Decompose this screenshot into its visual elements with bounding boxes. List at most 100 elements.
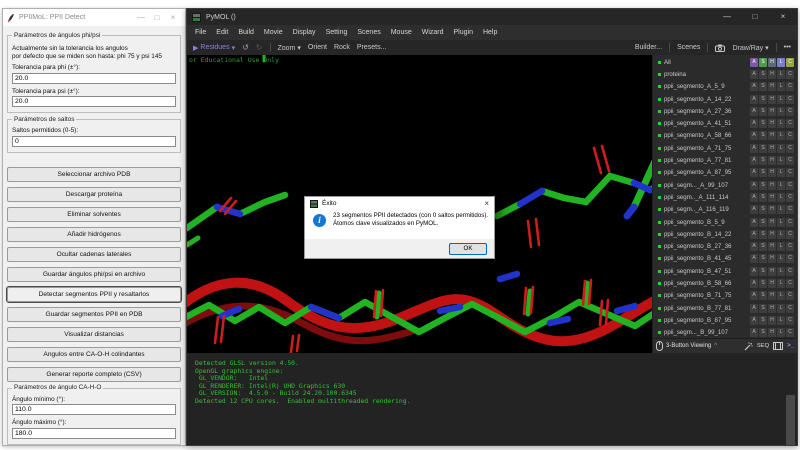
action-A-button[interactable]: A [750,242,758,252]
object-row[interactable]: ppii_segm..._A_99_107 A S H L C [653,179,797,191]
action-A-button[interactable]: A [750,143,758,153]
label-L-button[interactable]: L [777,119,785,129]
hide-H-button[interactable]: H [768,57,776,67]
object-row[interactable]: ppii_segm..._B_99_107 A S H L C [653,327,797,339]
maximize-button[interactable]: □ [741,9,769,25]
builder-button[interactable]: Builder... [635,44,662,51]
object-row[interactable]: ppii_segmento_A_5_9 A S H L C [653,81,797,93]
phi-tolerance-input[interactable] [12,72,176,84]
action-A-button[interactable]: A [750,192,758,202]
hide-H-button[interactable]: H [768,328,776,338]
action-A-button[interactable]: A [750,266,758,276]
color-C-button[interactable]: C [786,156,794,166]
color-C-button[interactable]: C [786,229,794,239]
color-C-button[interactable]: C [786,94,794,104]
show-S-button[interactable]: S [759,229,767,239]
show-S-button[interactable]: S [759,291,767,301]
show-S-button[interactable]: S [759,328,767,338]
hide-H-button[interactable]: H [768,143,776,153]
menu-item[interactable]: Build [233,29,259,36]
dialog-titlebar[interactable]: Éxito × [305,197,494,210]
label-L-button[interactable]: L [777,303,785,313]
object-row[interactable]: ppii_segmento_A_87_95 A S H L C [653,167,797,179]
color-C-button[interactable]: C [786,242,794,252]
object-row[interactable]: ppii_segm.._A_116_119 A S H L C [653,204,797,216]
3d-viewport[interactable]: or Educational Use Only All A S H L C pr… [187,55,797,353]
label-L-button[interactable]: L [777,82,785,92]
hide-H-button[interactable]: H [768,94,776,104]
show-S-button[interactable]: S [759,315,767,325]
action-A-button[interactable]: A [750,119,758,129]
show-S-button[interactable]: S [759,205,767,215]
action-A-button[interactable]: A [750,57,758,67]
color-C-button[interactable]: C [786,291,794,301]
action-A-button[interactable]: A [750,328,758,338]
color-C-button[interactable]: C [786,303,794,313]
show-S-button[interactable]: S [759,217,767,227]
maximize-button[interactable]: □ [149,9,165,26]
action-button[interactable]: Añadir hidrógenos [7,226,181,242]
more-menu-button[interactable]: ••• [784,44,791,51]
action-button[interactable]: Guardar ángulos phi/psi en archivo [7,266,181,282]
show-S-button[interactable]: S [759,57,767,67]
color-C-button[interactable]: C [786,205,794,215]
show-S-button[interactable]: S [759,242,767,252]
object-row[interactable]: ppii_segmento_A_77_81 A S H L C [653,154,797,166]
show-S-button[interactable]: S [759,266,767,276]
color-C-button[interactable]: C [786,168,794,178]
color-C-button[interactable]: C [786,192,794,202]
hide-H-button[interactable]: H [768,156,776,166]
hide-H-button[interactable]: H [768,119,776,129]
label-L-button[interactable]: L [777,229,785,239]
action-A-button[interactable]: A [750,180,758,190]
object-row[interactable]: All A S H L C [653,56,797,68]
object-row[interactable]: ppii_segmento_A_41_51 A S H L C [653,117,797,129]
object-row[interactable]: ppii_segmento_B_47_51 A S H L C [653,265,797,277]
action-button[interactable]: Seleccionar archivo PDB [7,166,181,182]
label-L-button[interactable]: L [777,315,785,325]
object-row[interactable]: ppii_segmento_A_71_75 A S H L C [653,142,797,154]
menu-item[interactable]: Setting [321,29,353,36]
action-A-button[interactable]: A [750,82,758,92]
label-L-button[interactable]: L [777,291,785,301]
color-C-button[interactable]: C [786,315,794,325]
hide-H-button[interactable]: H [768,106,776,116]
close-button[interactable]: × [769,9,797,25]
action-A-button[interactable]: A [750,315,758,325]
action-A-button[interactable]: A [750,278,758,288]
console-scrollbar[interactable] [786,395,795,445]
command-prompt-toggle[interactable]: >_ [787,343,794,349]
undo-button[interactable]: ↺ [242,43,249,52]
hide-H-button[interactable]: H [768,254,776,264]
show-S-button[interactable]: S [759,82,767,92]
label-L-button[interactable]: L [777,192,785,202]
menu-item[interactable]: Display [288,29,321,36]
label-L-button[interactable]: L [777,217,785,227]
hide-H-button[interactable]: H [768,180,776,190]
object-row[interactable]: ppii_segm.._A_111_114 A S H L C [653,191,797,203]
action-button[interactable]: Descargar proteína [7,186,181,202]
angulo-max-input[interactable] [12,427,176,439]
zoom-dropdown[interactable]: Zoom ▾ [278,44,301,52]
color-C-button[interactable]: C [786,119,794,129]
mouse-mode-selector[interactable]: 3-Button Viewing [666,343,711,349]
scenes-button[interactable]: Scenes [677,44,700,51]
minimize-button[interactable]: — [133,9,149,26]
menu-item[interactable]: Help [478,29,502,36]
wizard-wand-icon[interactable] [744,341,753,351]
object-row[interactable]: ppii_segmento_A_27_36 A S H L C [653,105,797,117]
residues-dropdown[interactable]: ▶ Residues ▾ [193,44,235,52]
label-L-button[interactable]: L [777,266,785,276]
label-L-button[interactable]: L [777,180,785,190]
color-C-button[interactable]: C [786,278,794,288]
label-L-button[interactable]: L [777,328,785,338]
menu-item[interactable]: Mouse [386,29,417,36]
color-C-button[interactable]: C [786,131,794,141]
redo-button[interactable]: ↻ [256,43,263,52]
psi-tolerance-input[interactable] [12,96,176,107]
object-row[interactable]: ppii_segmento_B_41_45 A S H L C [653,253,797,265]
color-C-button[interactable]: C [786,266,794,276]
show-S-button[interactable]: S [759,303,767,313]
object-row[interactable]: ppii_segmento_B_58_66 A S H L C [653,277,797,289]
action-button[interactable]: Ocultar cadenas laterales [7,246,181,262]
